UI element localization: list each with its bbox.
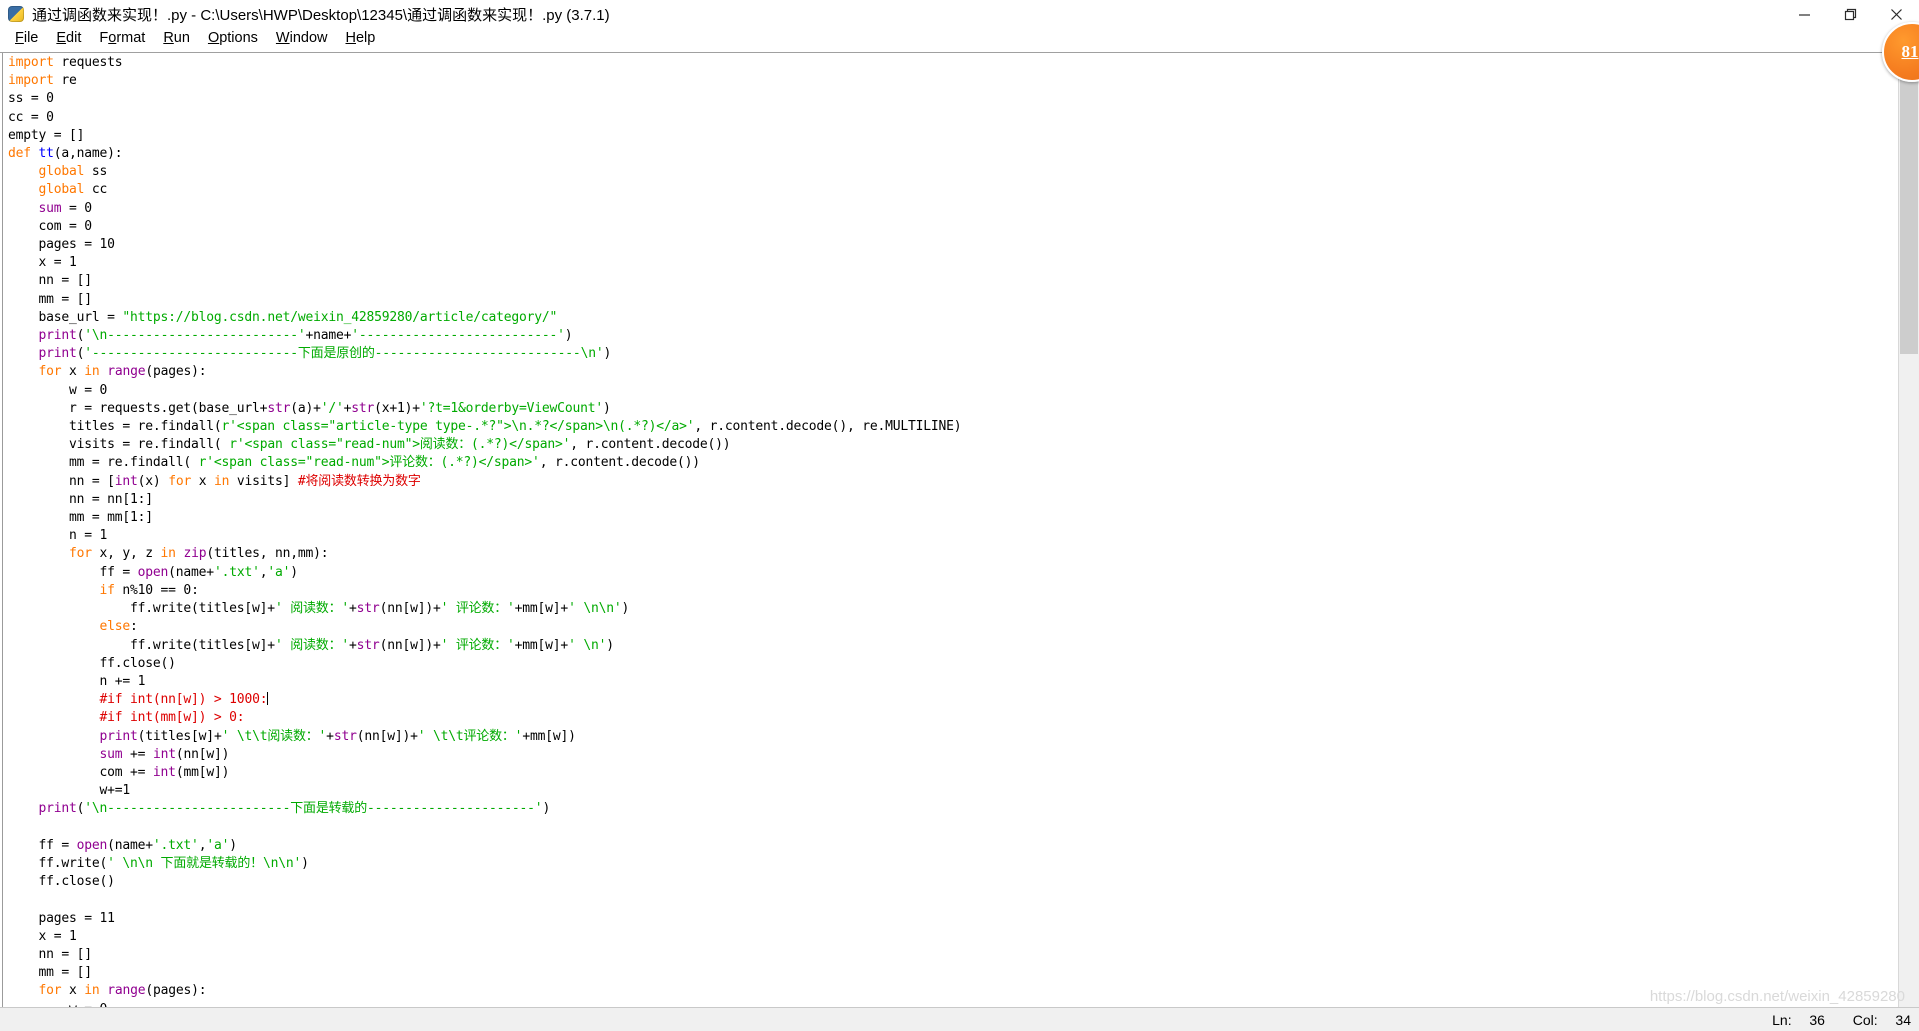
idle-editor-window: 通过调函数来实现！.py - C:\Users\HWP\Desktop\1234…	[0, 0, 1919, 1031]
menu-item-options[interactable]: Options	[199, 28, 267, 48]
menu-item-run[interactable]: Run	[154, 28, 199, 48]
notification-badge-value: 81	[1901, 42, 1919, 61]
menu-bar: File Edit Format Run Options Window Help	[0, 28, 1919, 48]
window-controls	[1781, 0, 1919, 28]
menu-item-edit[interactable]: Edit	[47, 28, 90, 48]
window-title: 通过调函数来实现！.py - C:\Users\HWP\Desktop\1234…	[32, 6, 610, 24]
menu-item-help[interactable]: Help	[337, 28, 385, 48]
menu-item-window[interactable]: Window	[267, 28, 337, 48]
line-value: 36	[1809, 1011, 1825, 1028]
col-label: Col:	[1852, 1011, 1878, 1028]
line-label: Ln:	[1772, 1011, 1792, 1028]
menu-item-file[interactable]: File	[6, 28, 47, 48]
menu-item-format[interactable]: Format	[90, 28, 154, 48]
status-bar: Ln: 36 Col: 34	[0, 1007, 1919, 1031]
python-idle-icon	[7, 5, 25, 23]
editor-area: import requests import re ss = 0 cc = 0 …	[0, 52, 1919, 1007]
code-text[interactable]: import requests import re ss = 0 cc = 0 …	[8, 54, 1897, 1007]
editor-frame[interactable]: import requests import re ss = 0 cc = 0 …	[2, 53, 1897, 1007]
minimize-icon[interactable]	[1781, 0, 1827, 28]
vertical-scrollbar[interactable]	[1898, 52, 1919, 1007]
maximize-icon[interactable]	[1827, 0, 1873, 28]
title-bar[interactable]: 通过调函数来实现！.py - C:\Users\HWP\Desktop\1234…	[0, 0, 1919, 28]
col-value: 34	[1895, 1011, 1911, 1028]
cursor-position-status: Ln: 36 Col: 34	[1772, 1012, 1911, 1028]
vertical-scrollbar-thumb[interactable]	[1900, 54, 1918, 354]
